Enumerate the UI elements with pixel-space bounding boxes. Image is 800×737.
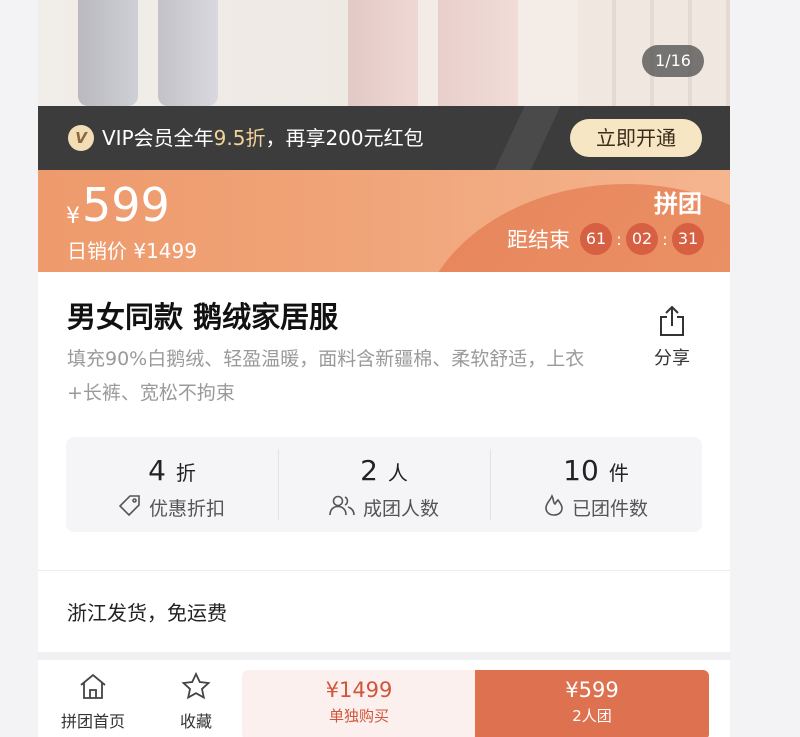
countdown-hours: 61 (580, 223, 612, 255)
product-image-gallery[interactable]: 1/16 (38, 0, 730, 106)
stat-label: 成团人数 (362, 498, 439, 520)
daily-price: 日销价 ¥1499 (67, 235, 197, 264)
stat-discount: 4折 优惠折扣 (66, 437, 278, 532)
single-label: 单独购买 (328, 707, 389, 725)
share-label: 分享 (654, 348, 690, 369)
group-stats: 4折 优惠折扣 2人 成团人数 10 件 已团件数 (66, 437, 702, 532)
product-page: 1/16 V VIP会员全年9.5折，再享200元红包 立即开通 ¥ 599 日… (38, 0, 730, 737)
daily-price-value: ¥1499 (133, 239, 197, 263)
product-photo-part (78, 0, 138, 106)
countdown-minutes: 02 (626, 223, 658, 255)
stat-unit: 人 (387, 461, 408, 485)
buy-alone-button[interactable]: ¥1499 单独购买 (242, 670, 476, 737)
share-icon (644, 304, 700, 338)
countdown-timer: 距结束 61 : 02 : 31 (507, 223, 704, 255)
flame-icon (544, 494, 572, 521)
vip-promo-text: VIP会员全年9.5折，再享200元红包 (102, 124, 424, 152)
stat-group-size: 2人 成团人数 (278, 437, 490, 532)
stat-unit: 折 (175, 461, 196, 485)
vip-activate-button[interactable]: 立即开通 (570, 119, 702, 157)
product-photo-part (438, 0, 518, 106)
countdown-seconds: 31 (672, 223, 704, 255)
group-buy-button[interactable]: ¥599 2人团 (475, 670, 709, 737)
group-buy-size-label: 2人团 (572, 707, 612, 725)
product-photo-part (348, 0, 418, 106)
currency-symbol: ¥ (66, 204, 80, 229)
stat-sold-count: 10 件 已团件数 (490, 437, 702, 532)
shipping-info: 浙江发货，免运费 (67, 601, 227, 625)
countdown-separator: : (662, 229, 668, 249)
group-home-button[interactable]: 拼团首页 (53, 672, 133, 732)
countdown-label: 距结束 (507, 228, 570, 252)
stat-label: 已团件数 (571, 498, 648, 520)
section-divider (38, 570, 730, 571)
tag-icon (118, 494, 149, 521)
product-photo-part (158, 0, 218, 106)
people-icon (329, 494, 363, 521)
group-home-label: 拼团首页 (60, 712, 125, 731)
star-icon (181, 671, 211, 704)
product-description: 填充90%白鹅绒、轻盈温暖，面料含新疆棉、柔软舒适，上衣+长裤、宽松不拘束 (67, 348, 585, 404)
vip-text-post: ，再享200元红包 (265, 126, 424, 150)
favorite-label: 收藏 (179, 712, 212, 731)
favorite-button[interactable]: 收藏 (156, 671, 236, 732)
group-price: 599 (82, 178, 170, 232)
section-gap (38, 652, 730, 660)
share-button[interactable]: 分享 (644, 304, 700, 370)
vip-badge-icon: V (68, 125, 94, 151)
countdown-separator: : (616, 229, 622, 249)
daily-price-label: 日销价 (67, 239, 127, 263)
vip-promo-bar: V VIP会员全年9.5折，再享200元红包 立即开通 (38, 106, 730, 170)
stat-value: 10 (563, 454, 599, 487)
stat-label: 优惠折扣 (148, 498, 225, 520)
home-icon (78, 673, 108, 704)
image-counter: 1/16 (642, 45, 704, 77)
stat-unit: 件 (608, 461, 629, 485)
group-buy-label: 拼团 (654, 190, 702, 218)
single-price: ¥1499 (325, 678, 393, 702)
product-title: 男女同款 鹅绒家居服 (67, 300, 339, 334)
group-buy-price: ¥599 (565, 678, 619, 702)
vip-text-pre: VIP会员全年 (102, 126, 214, 150)
price-banner: ¥ 599 日销价 ¥1499 拼团 距结束 61 : 02 : 31 (38, 170, 730, 272)
stat-value: 2 (360, 454, 378, 487)
bottom-action-bar: 拼团首页 收藏 ¥1499 单独购买 ¥599 2人团 (38, 660, 730, 737)
stat-value: 4 (148, 454, 166, 487)
vip-text-highlight: 9.5折 (213, 126, 266, 150)
